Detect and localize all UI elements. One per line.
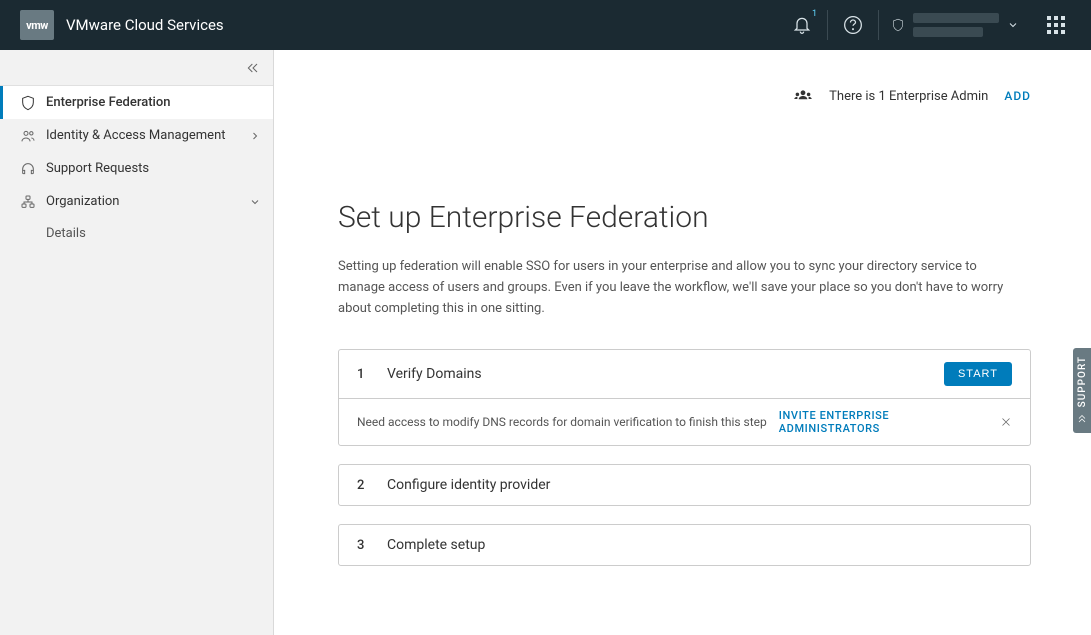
step-header: 1 Verify Domains START bbox=[339, 350, 1030, 398]
notifications-button[interactable]: 1 bbox=[777, 0, 827, 50]
step-header: 3 Complete setup bbox=[339, 525, 1030, 565]
close-icon[interactable] bbox=[1000, 416, 1012, 428]
sidebar-item-identity-access[interactable]: Identity & Access Management bbox=[0, 119, 273, 152]
sidebar-collapse-row bbox=[0, 50, 273, 86]
users-icon bbox=[20, 128, 36, 144]
step-title: Complete setup bbox=[387, 537, 1012, 553]
admin-count-text: There is 1 Enterprise Admin bbox=[829, 89, 988, 104]
user-menu[interactable] bbox=[879, 13, 1031, 37]
step-number: 1 bbox=[357, 367, 365, 382]
step-title: Configure identity provider bbox=[387, 477, 1012, 493]
sidebar-subitem-details[interactable]: Details bbox=[0, 218, 273, 248]
shield-icon bbox=[891, 18, 905, 32]
sidebar-item-organization[interactable]: Organization bbox=[0, 185, 273, 218]
notification-badge: 1 bbox=[812, 9, 817, 19]
step-notice: Need access to modify DNS records for do… bbox=[339, 398, 1030, 445]
sidebar-item-enterprise-federation[interactable]: Enterprise Federation bbox=[0, 86, 273, 119]
step-1: 1 Verify Domains START Need access to mo… bbox=[338, 349, 1031, 446]
shield-icon bbox=[20, 95, 36, 111]
org-icon bbox=[20, 194, 36, 210]
headset-icon bbox=[20, 161, 36, 177]
app-header: vmw VMware Cloud Services 1 bbox=[0, 0, 1091, 50]
sidebar: Enterprise Federation Identity & Access … bbox=[0, 50, 274, 635]
app-title: VMware Cloud Services bbox=[66, 16, 224, 34]
step-2: 2 Configure identity provider bbox=[338, 464, 1031, 506]
sidebar-item-label: Organization bbox=[46, 194, 239, 209]
step-header: 2 Configure identity provider bbox=[339, 465, 1030, 505]
step-notice-text: Need access to modify DNS records for do… bbox=[357, 415, 767, 429]
support-tab[interactable]: SUPPORT bbox=[1073, 348, 1091, 433]
chevron-down-icon bbox=[249, 196, 261, 208]
add-admin-button[interactable]: ADD bbox=[1004, 89, 1031, 103]
apps-grid-icon bbox=[1047, 16, 1065, 34]
page-description: Setting up federation will enable SSO fo… bbox=[338, 257, 1018, 319]
step-3: 3 Complete setup bbox=[338, 524, 1031, 566]
start-button[interactable]: START bbox=[944, 362, 1012, 386]
sidebar-item-label: Identity & Access Management bbox=[46, 128, 239, 143]
vmware-logo: vmw bbox=[20, 10, 54, 40]
users-icon bbox=[793, 88, 813, 104]
apps-button[interactable] bbox=[1031, 0, 1081, 50]
support-label: SUPPORT bbox=[1077, 356, 1088, 407]
header-right: 1 bbox=[777, 0, 1081, 50]
step-title: Verify Domains bbox=[387, 366, 922, 382]
header-left: vmw VMware Cloud Services bbox=[20, 10, 224, 40]
collapse-sidebar-icon[interactable] bbox=[245, 60, 261, 76]
chevron-right-icon bbox=[249, 130, 261, 142]
help-icon bbox=[843, 15, 863, 35]
admin-count-bar: There is 1 Enterprise Admin ADD bbox=[338, 50, 1031, 104]
invite-admins-link[interactable]: INVITE ENTERPRISE ADMINISTRATORS bbox=[779, 409, 988, 435]
help-button[interactable] bbox=[828, 0, 878, 50]
user-info-placeholder bbox=[913, 13, 999, 37]
bell-icon bbox=[792, 15, 812, 35]
sidebar-item-label: Enterprise Federation bbox=[46, 95, 261, 110]
page-title: Set up Enterprise Federation bbox=[338, 200, 1031, 235]
step-number: 3 bbox=[357, 538, 365, 553]
chevron-left-icon bbox=[1076, 413, 1088, 425]
step-number: 2 bbox=[357, 478, 365, 493]
main-content: There is 1 Enterprise Admin ADD Set up E… bbox=[274, 50, 1091, 635]
sidebar-item-label: Support Requests bbox=[46, 161, 261, 176]
sidebar-item-support-requests[interactable]: Support Requests bbox=[0, 152, 273, 185]
chevron-down-icon bbox=[1007, 19, 1019, 31]
